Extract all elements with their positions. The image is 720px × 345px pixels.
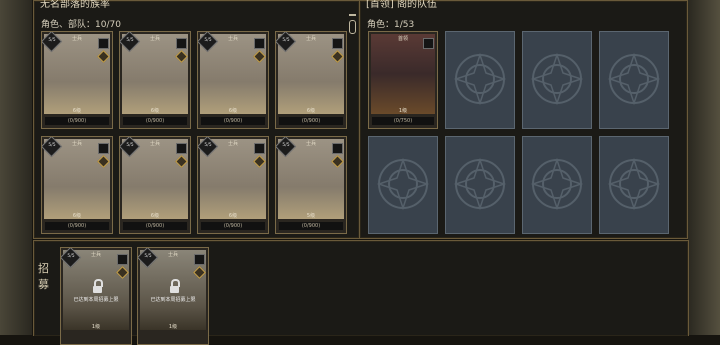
emblem-icon bbox=[453, 157, 507, 211]
unit-exp: (0/900) bbox=[279, 222, 343, 230]
weapon-icon bbox=[117, 254, 128, 265]
empty-slot[interactable] bbox=[599, 136, 669, 234]
unit-exp: (0/900) bbox=[45, 222, 109, 230]
weapon-icon bbox=[176, 38, 187, 49]
emblem-icon bbox=[376, 157, 430, 211]
unit-level: 6级 bbox=[306, 108, 316, 114]
empty-slot[interactable] bbox=[368, 136, 438, 234]
unit-exp: (0/900) bbox=[123, 117, 187, 125]
unit-card[interactable]: 5/5 士兵 6级 (0/900) bbox=[197, 31, 269, 129]
weapon-icon bbox=[254, 143, 265, 154]
weapon-icon bbox=[332, 143, 343, 154]
unit-level: 5级 bbox=[306, 213, 316, 219]
unit-exp: (0/900) bbox=[279, 117, 343, 125]
unit-level: 6级 bbox=[228, 213, 238, 219]
unit-card[interactable]: 5/5 士兵 6级 (0/900) bbox=[119, 31, 191, 129]
unit-exp: (0/900) bbox=[45, 117, 109, 125]
unit-exp: (0/900) bbox=[123, 222, 187, 230]
recruit-panel: 招募 5/5 士兵 已达到本周招募上限 1级 5/5 士兵 已达到本周招募上限 … bbox=[33, 240, 689, 345]
emblem-icon bbox=[453, 52, 507, 106]
weapon-icon bbox=[98, 38, 109, 49]
unit-level: 6级 bbox=[150, 213, 160, 219]
empty-slot[interactable] bbox=[445, 31, 515, 129]
leader-party-panel: [首领] 阁的队伍 角色：1/53 首领 1级 (0/750) bbox=[359, 0, 688, 239]
unit-card[interactable]: 5/5 士兵 6级 (0/900) bbox=[197, 136, 269, 234]
weapon-icon bbox=[254, 38, 265, 49]
weapon-icon bbox=[423, 38, 434, 49]
empty-slot[interactable] bbox=[599, 31, 669, 129]
recruit-card[interactable]: 5/5 士兵 已达到本周招募上限 1级 bbox=[60, 247, 132, 345]
unit-exp: (0/900) bbox=[201, 117, 265, 125]
unit-card[interactable]: 5/5 士兵 6级 (0/900) bbox=[41, 31, 113, 129]
unit-level: 6级 bbox=[150, 108, 160, 114]
unit-level: 1级 bbox=[168, 324, 178, 330]
scroll-handle[interactable] bbox=[349, 20, 356, 34]
weapon-icon bbox=[332, 38, 343, 49]
unit-card[interactable]: 5/5 士兵 6级 (0/900) bbox=[41, 136, 113, 234]
panel-title: 无名部落的族率 bbox=[40, 0, 110, 10]
empty-slot[interactable] bbox=[522, 31, 592, 129]
weapon-icon bbox=[194, 254, 205, 265]
unit-level: 1级 bbox=[398, 108, 408, 114]
unit-card[interactable]: 5/5 士兵 6级 (0/900) bbox=[119, 136, 191, 234]
unit-count-label: 角色、部队：10/70 bbox=[41, 20, 121, 30]
tribe-roster-panel: 无名部落的族率 角色、部队：10/70 5/5 士兵 6级 (0/900) 5/… bbox=[33, 0, 360, 239]
emblem-icon bbox=[530, 157, 584, 211]
unit-exp: (0/900) bbox=[201, 222, 265, 230]
unit-level: 6级 bbox=[72, 108, 82, 114]
unit-level: 6级 bbox=[72, 213, 82, 219]
recruit-card[interactable]: 5/5 士兵 已达到本周招募上限 1级 bbox=[137, 247, 209, 345]
scrollbar[interactable] bbox=[349, 14, 356, 34]
emblem-icon bbox=[607, 157, 661, 211]
emblem-icon bbox=[530, 52, 584, 106]
unit-card[interactable]: 5/5 士兵 6级 (0/900) bbox=[275, 31, 347, 129]
unit-level: 6级 bbox=[228, 108, 238, 114]
leader-card[interactable]: 首领 1级 (0/750) bbox=[368, 31, 438, 129]
party-count-label: 角色：1/53 bbox=[367, 20, 415, 30]
panel-title: [首领] 阁的队伍 bbox=[366, 0, 437, 10]
weapon-icon bbox=[176, 143, 187, 154]
unit-exp: (0/750) bbox=[372, 117, 434, 125]
weapon-icon bbox=[98, 143, 109, 154]
empty-slot[interactable] bbox=[445, 136, 515, 234]
lock-text: 已达到本周招募上限 bbox=[150, 297, 196, 303]
recruit-label: 招募 bbox=[38, 262, 49, 291]
lock-text: 已达到本周招募上限 bbox=[73, 297, 119, 303]
emblem-icon bbox=[607, 52, 661, 106]
unit-card[interactable]: 5/5 士兵 5级 (0/900) bbox=[275, 136, 347, 234]
background-right bbox=[688, 0, 720, 335]
unit-level: 1级 bbox=[91, 324, 101, 330]
lock-icon-body bbox=[93, 286, 102, 293]
lock-icon-body bbox=[170, 286, 179, 293]
background-left bbox=[0, 0, 32, 335]
empty-slot[interactable] bbox=[522, 136, 592, 234]
